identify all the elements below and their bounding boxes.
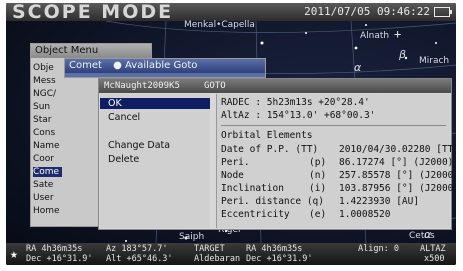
altaz-row: AltAz : 154°13.0' +68°00.3' xyxy=(221,110,376,121)
cancel-button[interactable]: Cancel xyxy=(100,112,140,123)
element-row: Date of P.P. (TT) 2010/04/30.02280 [TT] xyxy=(221,144,456,155)
element-label: Peri. distance xyxy=(221,196,302,207)
element-label: Date of P.P. xyxy=(221,144,290,155)
element-row: Inclination (i) 103.87956 [°] (J2000) xyxy=(221,183,456,194)
radec-value: 5h23m13s +20°28.4' xyxy=(266,97,370,108)
crosshair-icon: + xyxy=(394,27,402,41)
dec-readout: Dec +16°31.9' xyxy=(26,254,93,264)
menu-item-satellite[interactable]: Sate xyxy=(33,180,53,190)
object-menu-title: Object Menu xyxy=(31,44,151,58)
change-data-button[interactable]: Change Data xyxy=(100,140,170,151)
comet-title: Comet xyxy=(69,60,102,71)
element-row: Peri. distance (q) 1.4223930 [AU] xyxy=(221,196,446,207)
greek-label-beta: β xyxy=(399,48,407,61)
battery-icon xyxy=(434,7,452,17)
az-value: 183°57.7' xyxy=(121,244,168,254)
element-value: 103.87956 [°] (J2000) xyxy=(339,183,456,194)
screen: SCOPE MODE 2011/07/05 09:46:22 Menkal•Ca… xyxy=(6,3,456,265)
goto-label: GOTO xyxy=(204,81,226,91)
mode-title: SCOPE MODE xyxy=(12,3,174,23)
element-row: Node (n) 257.85578 [°] (J2000) xyxy=(221,170,456,181)
zoom-level: x500 xyxy=(424,254,445,264)
ra-readout: RA 4h36m35s xyxy=(26,244,82,254)
star-label-mirach: Mirach xyxy=(419,56,450,66)
orbital-heading: Orbital Elements xyxy=(221,130,313,141)
altaz-label: AltAz xyxy=(221,110,250,121)
menu-item-user[interactable]: User xyxy=(33,193,54,203)
greek-label-alpha: α xyxy=(354,61,362,74)
star-label-saiph: Saiph xyxy=(179,232,205,242)
dec-value: +16°31.9' xyxy=(46,254,93,264)
element-label: Eccentricity xyxy=(221,209,290,220)
element-symbol: (TT) xyxy=(295,144,319,155)
element-row: Peri. (p) 86.17274 [°] (J2000) xyxy=(221,157,453,168)
info-panel: RADEC : 5h23m13s +20°28.4' AltAz : 154°1… xyxy=(216,94,456,228)
alt-label: Alt xyxy=(106,254,122,264)
alt-readout: Alt +65°46.3' xyxy=(106,254,173,264)
delete-button[interactable]: Delete xyxy=(100,154,139,165)
alt-value: +65°46.3' xyxy=(126,254,173,264)
target-dec-label: Dec xyxy=(246,254,262,264)
star-label-alnath: Alnath xyxy=(360,31,390,41)
target-ra-readout: RA 4h36m35s xyxy=(246,244,302,254)
target-dec-value: +16°31.9' xyxy=(266,254,313,264)
target-ra-value: 4h36m35s xyxy=(261,244,303,254)
element-symbol: (i) xyxy=(309,183,327,194)
star-icon: ★ xyxy=(10,247,18,262)
element-symbol: (n) xyxy=(309,170,327,181)
align-status: Align: 0 xyxy=(358,244,399,254)
element-value: 2010/04/30.02280 [TT] xyxy=(339,144,456,155)
comet-detail-dialog: McNaught2009K5 GOTO OK Cancel Change Dat… xyxy=(98,78,456,230)
menu-item-coordinates[interactable]: Coor xyxy=(33,154,54,164)
element-symbol: (q) xyxy=(306,196,324,207)
available-goto-icon: ● xyxy=(113,60,122,71)
star-label-menkalinan: Menkal•Capella xyxy=(184,20,255,30)
element-label: Node xyxy=(221,170,244,181)
az-readout: Az 183°57.7' xyxy=(106,244,167,254)
detail-header: McNaught2009K5 GOTO xyxy=(99,79,451,93)
element-label: Inclination xyxy=(221,183,284,194)
element-label: Peri. xyxy=(221,157,250,168)
available-goto-label: Available Goto xyxy=(125,60,198,71)
element-symbol: (p) xyxy=(309,157,327,168)
target-dec-readout: Dec +16°31.9' xyxy=(246,254,313,264)
menu-item-constellation[interactable]: Cons xyxy=(33,128,55,138)
menu-item-star[interactable]: Star xyxy=(33,115,51,125)
datetime: 2011/07/05 09:46:22 xyxy=(304,5,430,18)
menu-item-ngc[interactable]: NGC/ xyxy=(33,89,56,99)
comet-panel: Comet ● Available Goto xyxy=(64,58,266,78)
camera-frame: SCOPE MODE 2011/07/05 09:46:22 Menkal•Ca… xyxy=(0,0,463,271)
menu-item-comet[interactable]: Come xyxy=(33,167,63,177)
target-name: Aldebaran xyxy=(194,254,241,264)
target-ra-label: RA xyxy=(246,244,257,254)
divider xyxy=(221,125,446,126)
menu-item-sun[interactable]: Sun xyxy=(33,102,50,112)
altaz-value: 154°13.0' +68°00.3' xyxy=(266,110,376,121)
radec-row: RADEC : 5h23m13s +20°28.4' xyxy=(221,97,370,108)
altaz-mode: ALTAZ xyxy=(420,244,446,254)
element-value: 1.4223930 [AU] xyxy=(339,196,420,207)
element-symbol: (e) xyxy=(309,209,327,220)
target-label: TARGET xyxy=(194,244,225,254)
menu-item-object[interactable]: Obje xyxy=(33,63,54,73)
comet-panel-title: Comet ● Available Goto xyxy=(65,59,265,73)
ra-label: RA xyxy=(26,244,37,254)
element-value: 1.0008520 xyxy=(339,209,391,220)
dec-label: Dec xyxy=(26,254,42,264)
comet-name: McNaught2009K5 xyxy=(104,81,180,91)
mode-bar: SCOPE MODE 2011/07/05 09:46:22 xyxy=(6,3,456,23)
menu-item-home[interactable]: Home xyxy=(33,206,60,216)
element-value: 86.17274 [°] (J2000) xyxy=(339,157,454,168)
action-list: OK Cancel Change Data Delete xyxy=(100,94,210,228)
menu-item-messier[interactable]: Mess xyxy=(33,76,56,86)
ra-value: 4h36m35s xyxy=(41,244,83,254)
status-bar: ★ RA 4h36m35s Dec +16°31.9' Az 183°57.7'… xyxy=(6,243,456,265)
menu-item-name[interactable]: Name xyxy=(33,141,60,151)
radec-label: RADEC xyxy=(221,97,250,108)
az-label: Az xyxy=(106,244,117,254)
ok-button[interactable]: OK xyxy=(100,98,210,109)
element-value: 257.85578 [°] (J2000) xyxy=(339,170,456,181)
element-row: Eccentricity (e) 1.0008520 xyxy=(221,209,446,220)
